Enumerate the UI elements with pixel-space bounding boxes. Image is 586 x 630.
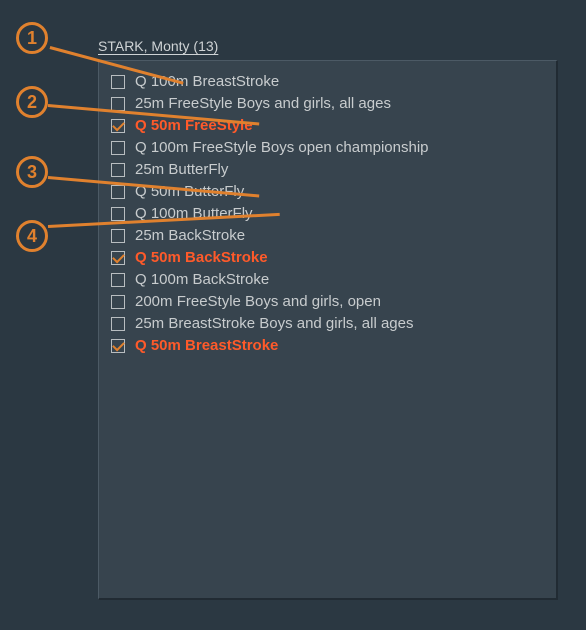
event-row[interactable]: Q 50m FreeStyle [109, 115, 546, 137]
event-row[interactable]: Q 100m FreeStyle Boys open championship [109, 137, 546, 159]
event-row[interactable]: Q 50m BackStroke [109, 247, 546, 269]
event-row[interactable]: 25m FreeStyle Boys and girls, all ages [109, 93, 546, 115]
event-label: 25m ButterFly [135, 159, 228, 181]
event-label: Q 50m BackStroke [135, 247, 268, 269]
event-row[interactable]: Q 50m BreastStroke [109, 335, 546, 357]
event-checkbox[interactable] [111, 97, 125, 111]
event-row[interactable]: 25m ButterFly [109, 159, 546, 181]
event-checkbox[interactable] [111, 339, 125, 353]
annotation-circle: 2 [16, 86, 48, 118]
event-label: Q 50m ButterFly [135, 181, 244, 203]
event-label: Q 100m BackStroke [135, 269, 269, 291]
annotation-number: 2 [27, 92, 37, 113]
swimmer-title: STARK, Monty (13) [98, 38, 218, 54]
event-row[interactable]: Q 100m BackStroke [109, 269, 546, 291]
annotation-number: 1 [27, 28, 37, 49]
event-label: Q 100m BreastStroke [135, 71, 279, 93]
event-label: 25m FreeStyle Boys and girls, all ages [135, 93, 391, 115]
event-checkbox[interactable] [111, 317, 125, 331]
event-row[interactable]: Q 100m BreastStroke [109, 71, 546, 93]
event-label: Q 100m FreeStyle Boys open championship [135, 137, 429, 159]
event-label: Q 50m BreastStroke [135, 335, 278, 357]
annotation-circle: 3 [16, 156, 48, 188]
event-label: 200m FreeStyle Boys and girls, open [135, 291, 381, 313]
events-panel: Q 100m BreastStroke25m FreeStyle Boys an… [98, 60, 558, 600]
event-label: 25m BackStroke [135, 225, 245, 247]
event-checkbox[interactable] [111, 163, 125, 177]
event-checkbox[interactable] [111, 119, 125, 133]
event-checkbox[interactable] [111, 295, 125, 309]
event-label: Q 100m ButterFly [135, 203, 253, 225]
annotation-number: 4 [27, 226, 37, 247]
event-label: 25m BreastStroke Boys and girls, all age… [135, 313, 413, 335]
event-checkbox[interactable] [111, 251, 125, 265]
event-row[interactable]: 25m BackStroke [109, 225, 546, 247]
event-checkbox[interactable] [111, 75, 125, 89]
event-label: Q 50m FreeStyle [135, 115, 253, 137]
annotation-circle: 1 [16, 22, 48, 54]
event-checkbox[interactable] [111, 141, 125, 155]
event-row[interactable]: Q 50m ButterFly [109, 181, 546, 203]
event-checkbox[interactable] [111, 185, 125, 199]
annotation-circle: 4 [16, 220, 48, 252]
event-row[interactable]: Q 100m ButterFly [109, 203, 546, 225]
event-row[interactable]: 200m FreeStyle Boys and girls, open [109, 291, 546, 313]
annotation-number: 3 [27, 162, 37, 183]
event-checkbox[interactable] [111, 207, 125, 221]
event-checkbox[interactable] [111, 273, 125, 287]
event-checkbox[interactable] [111, 229, 125, 243]
event-row[interactable]: 25m BreastStroke Boys and girls, all age… [109, 313, 546, 335]
